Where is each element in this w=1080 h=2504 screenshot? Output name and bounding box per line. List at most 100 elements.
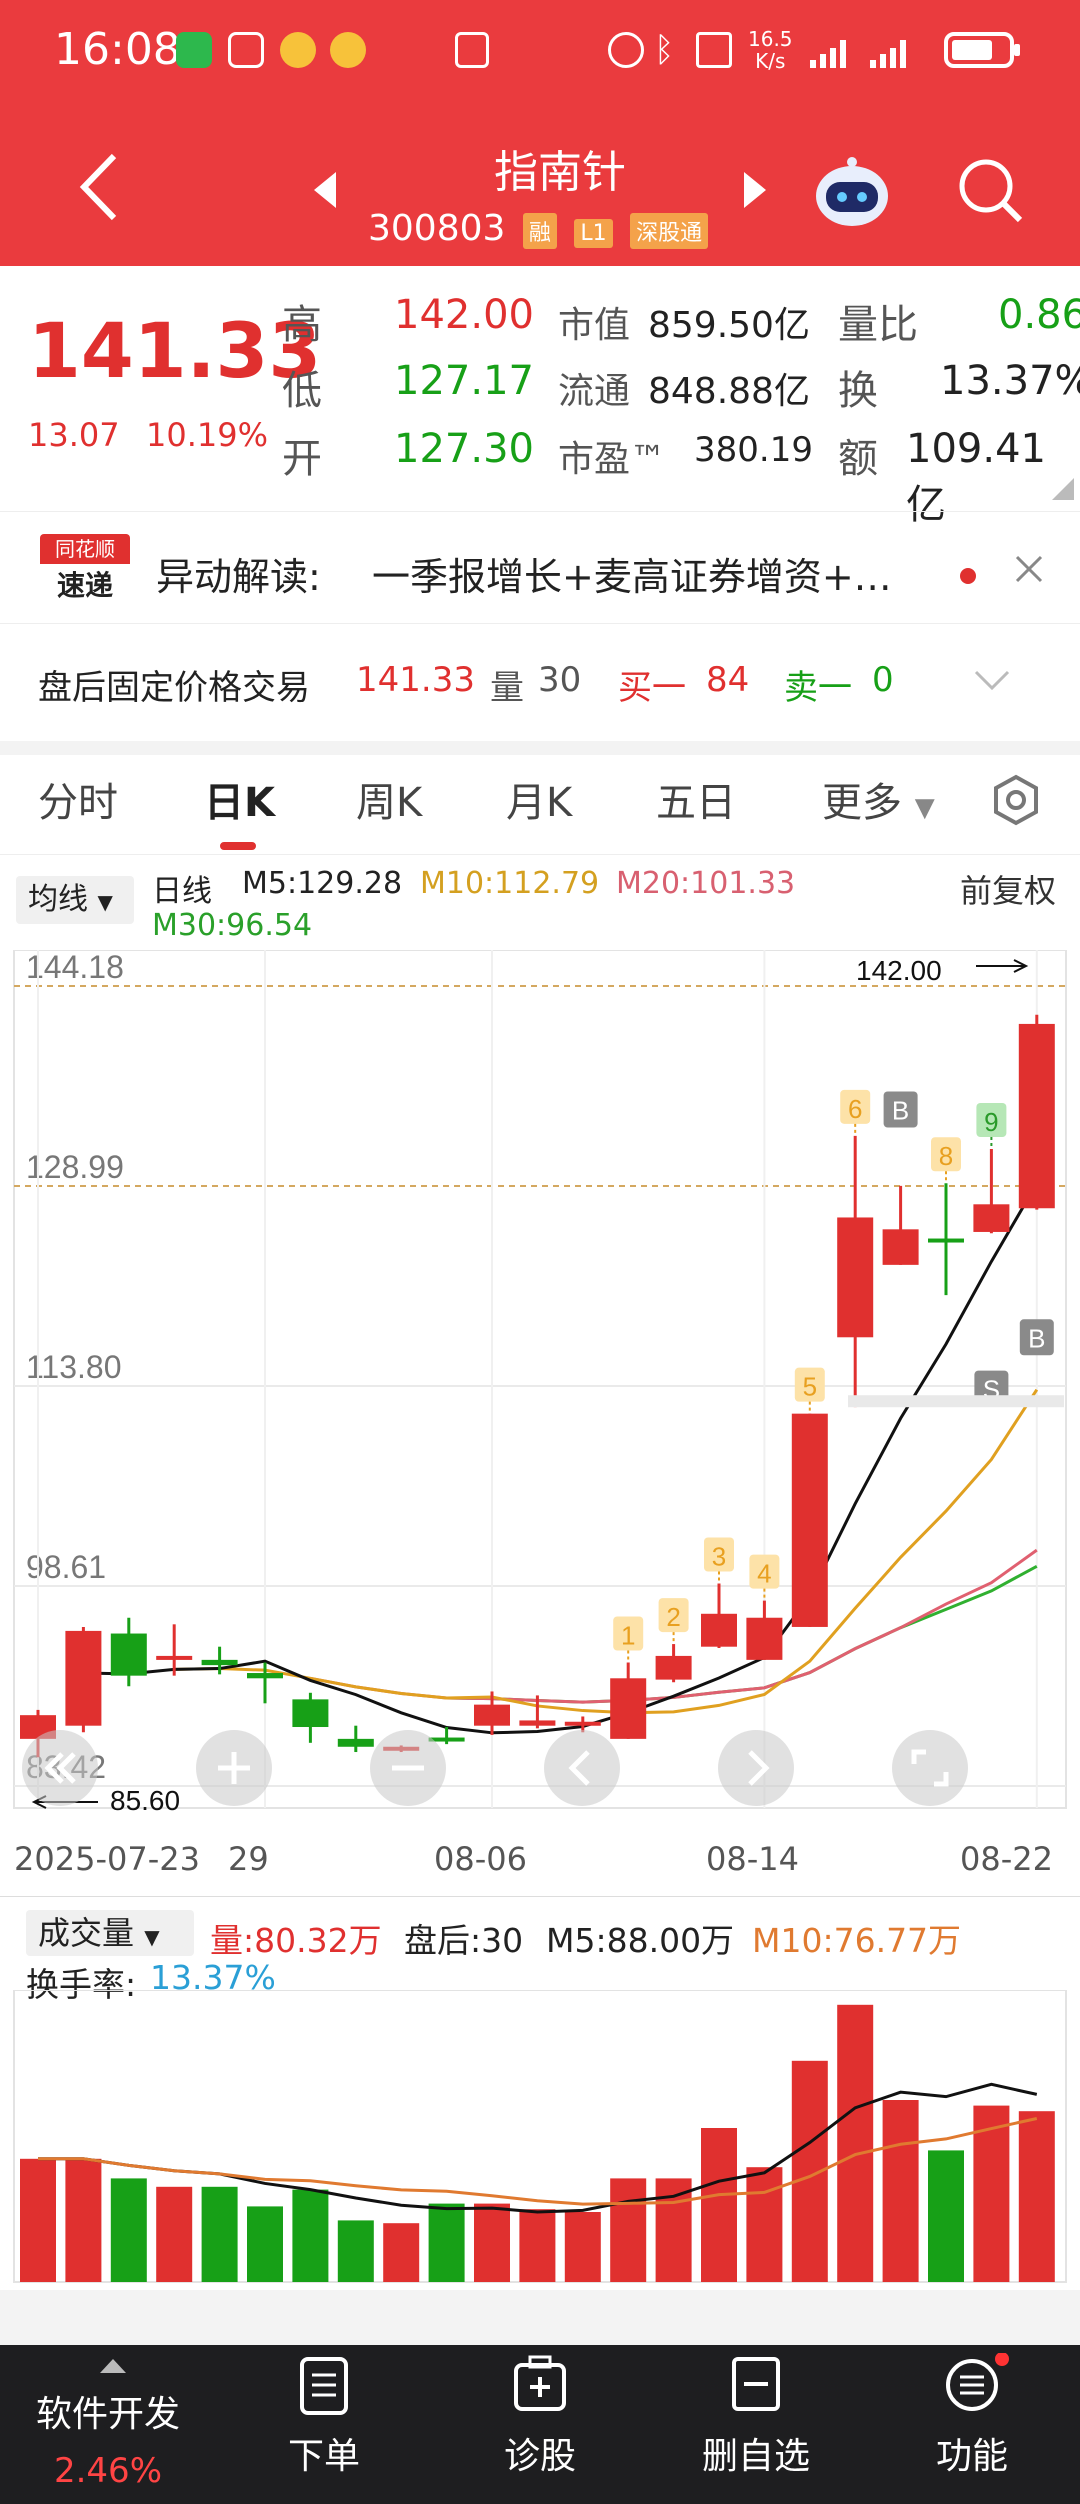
x-tick-3: 08-14 (706, 1840, 799, 1878)
float-value: 848.88亿 (648, 371, 810, 412)
vol-ratio-value: 0.86 (998, 292, 1080, 338)
price-change-pct: 10.19% (146, 416, 269, 454)
settings-hexagon-icon[interactable] (990, 774, 1042, 826)
tab-daily-k[interactable]: 日K (204, 770, 275, 828)
event-marker-label: 9 (984, 1107, 998, 1137)
remove-watchlist-button[interactable]: 删自选 (648, 2345, 864, 2504)
event-marker-label: 2 (666, 1602, 680, 1632)
ma5-value: M5:129.28 (242, 866, 403, 901)
volume-bar (383, 2223, 420, 2282)
trade-signal-label: B (1028, 1323, 1045, 1353)
y-tick-label: 144.18 (26, 950, 124, 985)
prev-stock-icon[interactable] (310, 170, 340, 210)
status-bar: 16:08 ᛒ 16.5 K/s (0, 0, 1080, 100)
next-stock-icon[interactable] (740, 170, 770, 210)
sector-quote[interactable]: 软件开发 2.46% (0, 2345, 216, 2504)
volume-bar (610, 2178, 647, 2282)
max-price-label: 142.00 (856, 955, 942, 986)
ma-selector[interactable]: 均线 ▼ (16, 876, 134, 924)
volume-bar (701, 2128, 737, 2282)
tab-monthly-k[interactable]: 月K (506, 770, 572, 828)
scroll-right-button[interactable] (718, 1730, 794, 1806)
volume-value: 量:80.32万 (210, 1921, 382, 1960)
close-icon[interactable] (1014, 554, 1044, 584)
function-button[interactable]: 功能 (864, 2345, 1080, 2504)
expand-corner-icon[interactable] (1052, 478, 1074, 500)
float-label: 流通 (558, 371, 631, 412)
alarm-icon (608, 32, 644, 68)
news-text[interactable]: 一季报增长+麦高证券增资+… (372, 546, 892, 601)
chart-frame (13, 950, 1067, 1809)
candle-body (474, 1704, 510, 1726)
trade-signal-label: B (892, 1096, 909, 1126)
price-change: 13.07 (28, 416, 120, 454)
after-hours-bar[interactable]: 盘后固定价格交易 141.33 量 30 买一 84 卖一 0 (0, 623, 1080, 741)
volume-bar (519, 2209, 556, 2282)
scroll-left-button[interactable] (544, 1730, 620, 1806)
mcap-value: 859.50亿 (648, 305, 810, 346)
search-icon[interactable] (956, 156, 1026, 226)
diagnose-button[interactable]: 诊股 (432, 2345, 648, 2504)
zoom-out-button[interactable] (22, 1730, 98, 1806)
mcap-label: 市值 (558, 305, 631, 346)
battery-icon (944, 32, 1020, 68)
bluetooth-icon: ᛒ (654, 30, 675, 70)
volume-bar (655, 2178, 692, 2282)
high-label: 高 (282, 302, 322, 348)
divider (0, 741, 1080, 755)
turnover-value: 13.37% (940, 358, 1080, 404)
x-tick-0: 2025-07-23 (14, 1840, 200, 1878)
ma10-value: M10:112.79 (420, 866, 600, 901)
volume-bar (837, 2004, 874, 2282)
ma10-line (174, 1388, 1039, 1715)
turnover-label: 换 (838, 368, 878, 414)
news-label: 异动解读: (156, 555, 321, 599)
ma30-value: M30:96.54 (152, 908, 313, 943)
back-icon[interactable] (76, 152, 126, 222)
after-hours-label: 盘后固定价格交易 (38, 668, 310, 708)
pe-label: 市盈™ (558, 439, 667, 480)
fullscreen-button[interactable] (892, 1730, 968, 1806)
tab-five-day[interactable]: 五日 (656, 770, 736, 828)
stock-code-row: 300803 融 L1 深股通 (368, 208, 709, 249)
tab-more[interactable]: 更多 ▼ (822, 770, 935, 828)
volume-bar (928, 2150, 964, 2282)
candlestick-chart[interactable]: 144.18128.99113.8098.6183.42142.0085.601… (0, 950, 1080, 1820)
news-bar[interactable]: 同花顺 速递 异动解读: 一季报增长+麦高证券增资+… (0, 511, 1080, 623)
volume-bar (1018, 2111, 1055, 2282)
vol-ratio-label: 量比 (838, 302, 918, 348)
tab-intraday[interactable]: 分时 (38, 770, 118, 828)
candle-body (337, 1738, 374, 1747)
candle-body (701, 1613, 737, 1647)
after-hours-price: 141.33 (356, 660, 475, 700)
candle-body (791, 1413, 828, 1627)
x-tick-4: 08-22 (960, 1840, 1053, 1878)
candle-body (655, 1655, 692, 1680)
chevron-down-icon[interactable] (972, 668, 1012, 692)
event-marker-label: 8 (939, 1141, 953, 1171)
buy1-value: 84 (706, 660, 750, 700)
event-marker-label: 4 (757, 1559, 771, 1589)
event-marker-label: 1 (621, 1620, 635, 1650)
order-button[interactable]: 下单 (216, 2345, 432, 2504)
volume-chart (13, 1990, 1067, 2283)
zoom-in-button[interactable] (196, 1730, 272, 1806)
volume-selector[interactable]: 成交量 ▼ (26, 1910, 194, 1956)
adjust-selector[interactable]: 前复权 (960, 866, 1056, 912)
volume-bar (746, 2167, 783, 2282)
volume-bar (564, 2212, 601, 2282)
highlight-band (848, 1395, 1064, 1408)
tag-margin: 融 (522, 213, 557, 249)
zoom-minus-button[interactable] (370, 1730, 446, 1806)
y-tick-label: 113.80 (26, 1349, 122, 1385)
tab-weekly-k[interactable]: 周K (356, 770, 422, 828)
tab-indicator (220, 842, 256, 850)
candle-body (973, 1204, 1010, 1232)
event-marker-label: 5 (803, 1372, 817, 1402)
volume-bar (337, 2220, 374, 2282)
stock-header: 指南针 300803 融 L1 深股通 (0, 100, 1080, 266)
robot-assistant-icon[interactable] (812, 152, 892, 232)
low-value: 127.17 (394, 358, 534, 404)
after-hours-vol-label: 量 (490, 668, 524, 708)
volume-bar (292, 2189, 329, 2282)
